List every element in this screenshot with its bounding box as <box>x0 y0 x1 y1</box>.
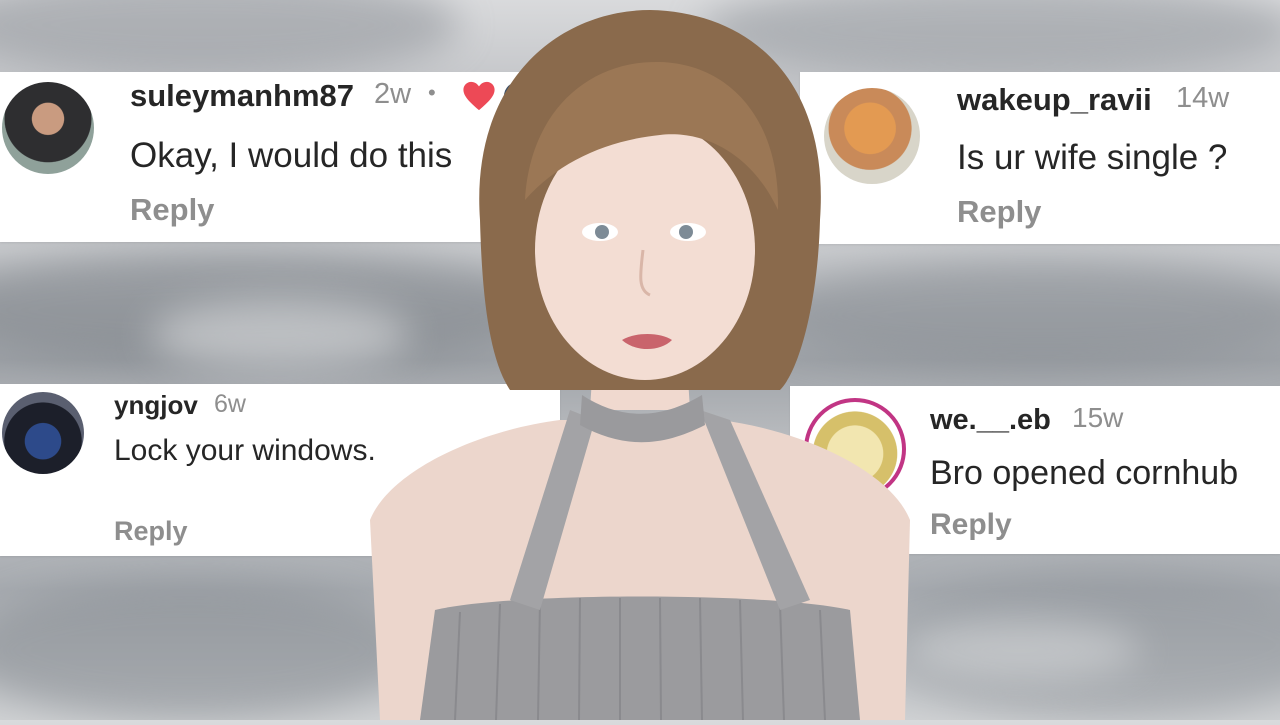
user-avatar[interactable] <box>2 392 84 474</box>
comment-text: Lock your windows. <box>114 434 376 467</box>
reply-button[interactable]: Reply <box>130 192 214 228</box>
reply-button[interactable]: Reply <box>957 194 1041 230</box>
user-avatar[interactable] <box>2 82 94 174</box>
comment-username[interactable]: wakeup_ravii <box>957 82 1152 118</box>
comment-username[interactable]: we.__.eb <box>930 404 1051 437</box>
comment-age: 15w <box>1072 402 1124 433</box>
comment-text: Bro opened cornhub <box>930 454 1239 492</box>
portrait-photo <box>360 0 920 721</box>
comment-text: Is ur wife single ? <box>957 138 1228 177</box>
reply-button[interactable]: Reply <box>930 508 1012 542</box>
reply-button[interactable]: Reply <box>114 516 188 547</box>
comment-username[interactable]: yngjov <box>114 390 198 421</box>
comment-age: 6w <box>214 390 246 418</box>
comment-username[interactable]: suleymanhm87 <box>130 78 354 114</box>
comment-age: 14w <box>1176 82 1230 114</box>
